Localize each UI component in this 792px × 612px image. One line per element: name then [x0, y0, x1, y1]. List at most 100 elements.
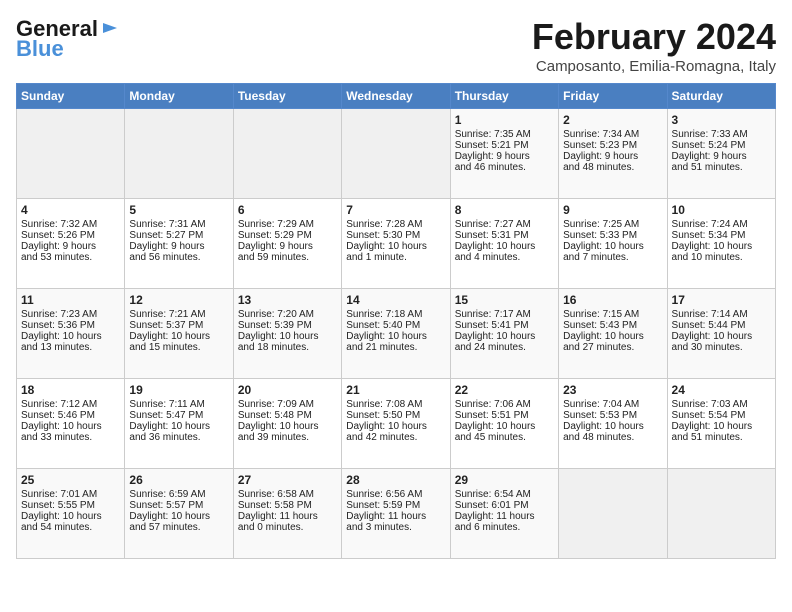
calendar-cell: 6Sunrise: 7:29 AMSunset: 5:29 PMDaylight…: [233, 199, 341, 289]
cell-info: Daylight: 10 hours: [563, 421, 662, 432]
location-title: Camposanto, Emilia-Romagna, Italy: [532, 58, 776, 75]
cell-info: Daylight: 10 hours: [672, 331, 771, 342]
calendar-cell: 18Sunrise: 7:12 AMSunset: 5:46 PMDayligh…: [17, 379, 125, 469]
cell-info: Sunrise: 7:01 AM: [21, 489, 120, 500]
calendar-cell: 16Sunrise: 7:15 AMSunset: 5:43 PMDayligh…: [559, 289, 667, 379]
cell-info: and 30 minutes.: [672, 342, 771, 353]
header-cell-sunday: Sunday: [17, 84, 125, 109]
cell-info: Sunset: 5:29 PM: [238, 230, 337, 241]
cell-info: Daylight: 9 hours: [21, 241, 120, 252]
cell-info: and 18 minutes.: [238, 342, 337, 353]
cell-info: and 24 minutes.: [455, 342, 554, 353]
logo-arrow-icon: [101, 19, 119, 42]
cell-info: Daylight: 11 hours: [346, 511, 445, 522]
cell-info: Daylight: 10 hours: [346, 331, 445, 342]
header-cell-thursday: Thursday: [450, 84, 558, 109]
calendar-header: SundayMondayTuesdayWednesdayThursdayFrid…: [17, 84, 776, 109]
day-number: 2: [563, 113, 662, 127]
day-number: 24: [672, 383, 771, 397]
cell-info: and 48 minutes.: [563, 432, 662, 443]
cell-info: Sunrise: 7:31 AM: [129, 219, 228, 230]
cell-info: Sunrise: 7:21 AM: [129, 309, 228, 320]
cell-info: Sunset: 5:24 PM: [672, 140, 771, 151]
cell-info: and 42 minutes.: [346, 432, 445, 443]
cell-info: and 53 minutes.: [21, 252, 120, 263]
cell-info: and 1 minute.: [346, 252, 445, 263]
day-number: 3: [672, 113, 771, 127]
cell-info: Daylight: 9 hours: [672, 151, 771, 162]
day-number: 28: [346, 473, 445, 487]
day-number: 5: [129, 203, 228, 217]
calendar-cell: 4Sunrise: 7:32 AMSunset: 5:26 PMDaylight…: [17, 199, 125, 289]
calendar-cell: 9Sunrise: 7:25 AMSunset: 5:33 PMDaylight…: [559, 199, 667, 289]
cell-info: Daylight: 10 hours: [129, 421, 228, 432]
cell-info: and 51 minutes.: [672, 162, 771, 173]
cell-info: Sunrise: 7:27 AM: [455, 219, 554, 230]
cell-info: Sunset: 5:47 PM: [129, 410, 228, 421]
cell-info: and 54 minutes.: [21, 522, 120, 533]
cell-info: Sunrise: 7:20 AM: [238, 309, 337, 320]
cell-info: Sunset: 5:50 PM: [346, 410, 445, 421]
cell-info: Daylight: 10 hours: [455, 421, 554, 432]
cell-info: and 48 minutes.: [563, 162, 662, 173]
cell-info: Sunrise: 7:08 AM: [346, 399, 445, 410]
cell-info: Daylight: 10 hours: [563, 331, 662, 342]
week-row-3: 11Sunrise: 7:23 AMSunset: 5:36 PMDayligh…: [17, 289, 776, 379]
cell-info: Sunrise: 6:56 AM: [346, 489, 445, 500]
cell-info: Daylight: 10 hours: [129, 331, 228, 342]
calendar-cell: [125, 109, 233, 199]
cell-info: Sunset: 5:26 PM: [21, 230, 120, 241]
cell-info: and 39 minutes.: [238, 432, 337, 443]
cell-info: Daylight: 10 hours: [21, 331, 120, 342]
cell-info: Sunset: 5:40 PM: [346, 320, 445, 331]
calendar-cell: 17Sunrise: 7:14 AMSunset: 5:44 PMDayligh…: [667, 289, 775, 379]
day-number: 7: [346, 203, 445, 217]
calendar-cell: 28Sunrise: 6:56 AMSunset: 5:59 PMDayligh…: [342, 469, 450, 559]
cell-info: Sunset: 5:23 PM: [563, 140, 662, 151]
cell-info: Sunset: 5:54 PM: [672, 410, 771, 421]
cell-info: Sunrise: 7:15 AM: [563, 309, 662, 320]
calendar-cell: 26Sunrise: 6:59 AMSunset: 5:57 PMDayligh…: [125, 469, 233, 559]
calendar-cell: 25Sunrise: 7:01 AMSunset: 5:55 PMDayligh…: [17, 469, 125, 559]
week-row-5: 25Sunrise: 7:01 AMSunset: 5:55 PMDayligh…: [17, 469, 776, 559]
cell-info: Sunrise: 7:06 AM: [455, 399, 554, 410]
cell-info: Sunset: 5:30 PM: [346, 230, 445, 241]
calendar-body: 1Sunrise: 7:35 AMSunset: 5:21 PMDaylight…: [17, 109, 776, 559]
cell-info: Sunset: 5:53 PM: [563, 410, 662, 421]
cell-info: Sunrise: 7:18 AM: [346, 309, 445, 320]
cell-info: Daylight: 9 hours: [563, 151, 662, 162]
cell-info: and 36 minutes.: [129, 432, 228, 443]
cell-info: Sunset: 5:27 PM: [129, 230, 228, 241]
cell-info: Sunrise: 7:23 AM: [21, 309, 120, 320]
cell-info: Sunset: 5:48 PM: [238, 410, 337, 421]
day-number: 17: [672, 293, 771, 307]
day-number: 29: [455, 473, 554, 487]
cell-info: Sunset: 5:44 PM: [672, 320, 771, 331]
cell-info: and 10 minutes.: [672, 252, 771, 263]
cell-info: Sunrise: 7:28 AM: [346, 219, 445, 230]
week-row-1: 1Sunrise: 7:35 AMSunset: 5:21 PMDaylight…: [17, 109, 776, 199]
cell-info: Daylight: 10 hours: [455, 241, 554, 252]
calendar-cell: 20Sunrise: 7:09 AMSunset: 5:48 PMDayligh…: [233, 379, 341, 469]
calendar-cell: 15Sunrise: 7:17 AMSunset: 5:41 PMDayligh…: [450, 289, 558, 379]
cell-info: Sunrise: 7:03 AM: [672, 399, 771, 410]
cell-info: Daylight: 11 hours: [455, 511, 554, 522]
day-number: 4: [21, 203, 120, 217]
cell-info: and 33 minutes.: [21, 432, 120, 443]
cell-info: Daylight: 11 hours: [238, 511, 337, 522]
calendar-cell: 21Sunrise: 7:08 AMSunset: 5:50 PMDayligh…: [342, 379, 450, 469]
cell-info: Sunrise: 7:29 AM: [238, 219, 337, 230]
cell-info: and 4 minutes.: [455, 252, 554, 263]
calendar-cell: 29Sunrise: 6:54 AMSunset: 6:01 PMDayligh…: [450, 469, 558, 559]
day-number: 21: [346, 383, 445, 397]
cell-info: Sunrise: 6:59 AM: [129, 489, 228, 500]
cell-info: Sunset: 5:21 PM: [455, 140, 554, 151]
cell-info: Sunset: 5:36 PM: [21, 320, 120, 331]
calendar-cell: 8Sunrise: 7:27 AMSunset: 5:31 PMDaylight…: [450, 199, 558, 289]
cell-info: and 0 minutes.: [238, 522, 337, 533]
cell-info: Sunset: 5:57 PM: [129, 500, 228, 511]
day-number: 22: [455, 383, 554, 397]
cell-info: Sunrise: 7:12 AM: [21, 399, 120, 410]
day-number: 10: [672, 203, 771, 217]
header-cell-tuesday: Tuesday: [233, 84, 341, 109]
